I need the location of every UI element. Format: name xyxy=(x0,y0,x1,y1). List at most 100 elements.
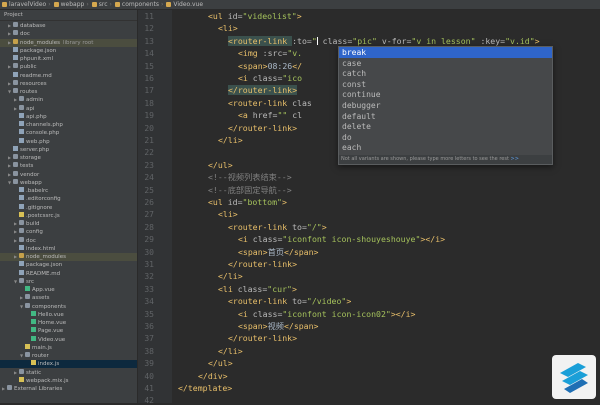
tree-item[interactable]: App.vue xyxy=(0,286,137,294)
tree-item[interactable]: index.js xyxy=(0,360,137,369)
tree-item[interactable]: Page.vue xyxy=(0,327,137,335)
code-line[interactable]: </li> xyxy=(218,272,243,281)
code-token: > xyxy=(291,283,297,294)
breadcrumb-item[interactable]: Video.vue xyxy=(164,0,204,9)
breadcrumb-item[interactable]: webapp › xyxy=(52,0,90,9)
tree-item[interactable]: ▶ resources xyxy=(0,79,137,88)
code-line[interactable]: <ul id="bottom"> xyxy=(208,198,287,207)
code-line[interactable]: <!--底部固定导航--> xyxy=(208,185,292,195)
code-line[interactable]: </ul> xyxy=(208,160,233,170)
autocomplete-footer-link[interactable]: >> xyxy=(511,156,519,162)
tree-item[interactable]: ▶ vendor xyxy=(0,170,137,179)
tree-item[interactable]: .gitignore xyxy=(0,203,137,212)
tree-item[interactable]: package.json xyxy=(0,46,137,55)
line-number: 22 xyxy=(144,148,154,158)
tree-item[interactable]: package.json xyxy=(0,261,137,269)
code-token: class= xyxy=(252,308,283,319)
tree-item[interactable]: web.php xyxy=(0,137,137,146)
tree-item[interactable]: ▶ assets xyxy=(0,294,137,302)
tree-item[interactable]: Video.vue xyxy=(0,335,137,344)
tree-item[interactable]: ▶ api xyxy=(0,104,137,113)
autocomplete-item[interactable]: catch xyxy=(339,68,552,79)
tree-item[interactable]: main.js xyxy=(0,343,137,352)
code-token: class= xyxy=(252,73,283,83)
code-line[interactable]: <li> xyxy=(218,210,238,219)
tree-item[interactable]: ▶ public xyxy=(0,63,137,71)
tree-item[interactable]: console.php xyxy=(0,129,137,137)
tree-item[interactable]: ▶ tests xyxy=(0,162,137,170)
code-line[interactable]: </div> xyxy=(198,371,228,381)
tree-item[interactable]: ▶ External Libraries xyxy=(0,385,137,393)
code-line[interactable]: </li> xyxy=(218,136,243,145)
tree-item[interactable]: ▶ build xyxy=(0,220,137,228)
tree-item[interactable]: ▶ node_modules xyxy=(0,253,137,261)
code-line[interactable]: <!--视频列表结束--> xyxy=(208,173,292,182)
autocomplete-item[interactable]: continue xyxy=(339,89,552,100)
code-line[interactable]: <img :src="v. xyxy=(238,49,302,58)
tree-item[interactable]: ▶ config xyxy=(0,228,137,236)
autocomplete-item[interactable]: each xyxy=(339,142,552,153)
tree-item[interactable]: index.html xyxy=(0,244,137,253)
code-line[interactable]: </router-link> xyxy=(228,123,297,133)
tree-item[interactable]: ▼ webapp xyxy=(0,178,137,187)
code-line[interactable]: <ul id="videolist"> xyxy=(208,12,302,21)
breadcrumb-item[interactable]: components › xyxy=(113,0,164,9)
code-line[interactable]: </router-link> xyxy=(228,85,298,96)
autocomplete-item[interactable]: debugger xyxy=(339,100,552,111)
tree-item[interactable]: Hello.vue xyxy=(0,310,137,319)
tree-item[interactable]: README.md xyxy=(0,269,137,278)
tree-item[interactable]: ▶ static xyxy=(0,368,137,377)
autocomplete-item[interactable]: default xyxy=(339,111,552,122)
tree-item[interactable]: ▼ routes xyxy=(0,88,137,96)
code-line[interactable]: <span>视频</span> xyxy=(238,322,318,331)
code-line[interactable]: <router-link to="/"> xyxy=(228,222,327,232)
breadcrumb-item[interactable]: src › xyxy=(90,0,113,9)
tree-item[interactable]: ▼ components xyxy=(0,302,137,311)
tree-item[interactable]: channels.php xyxy=(0,121,137,129)
autocomplete-item[interactable]: case xyxy=(339,58,552,69)
code-line[interactable]: <span>08:26</ xyxy=(238,61,302,71)
code-line[interactable]: <i class="iconfont icon-icon02"></i> xyxy=(238,308,415,319)
code-line[interactable]: <a href="" cl xyxy=(238,111,302,120)
tree-item-label: web.php xyxy=(26,138,50,145)
autocomplete-item[interactable]: break xyxy=(339,47,552,58)
tree-item-label: console.php xyxy=(26,130,60,137)
tree-item[interactable]: phpunit.xml xyxy=(0,55,137,63)
folder-icon xyxy=(19,368,24,374)
tree-item[interactable]: .editorconfig xyxy=(0,195,137,203)
code-line[interactable]: <span>首页</span> xyxy=(238,247,318,257)
code-line[interactable]: <i class="iconfont icon-shouyeshouye"></… xyxy=(238,235,445,244)
folder-icon xyxy=(7,385,12,390)
tree-item[interactable]: Home.vue xyxy=(0,319,137,327)
tree-item[interactable]: readme.md xyxy=(0,71,137,80)
code-line[interactable]: </ul> xyxy=(208,359,233,368)
tree-item[interactable]: ▶ node_modules library root xyxy=(0,38,137,47)
code-line[interactable]: </li> xyxy=(218,346,243,356)
tree-item[interactable]: ▶ doc xyxy=(0,30,137,38)
tree-item[interactable]: ▶ database xyxy=(0,22,137,30)
autocomplete-item[interactable]: do xyxy=(339,132,552,143)
tree-item[interactable]: server.php xyxy=(0,145,137,154)
code-line[interactable]: <li> xyxy=(218,24,238,33)
autocomplete-item[interactable]: delete xyxy=(339,121,552,132)
code-line[interactable]: </router-link> xyxy=(228,334,297,343)
code-line[interactable]: <router-link clas xyxy=(228,98,312,108)
tree-item[interactable]: .postcssrc.js xyxy=(0,211,137,220)
code-line[interactable]: <router-link :to=" class="pic" v-for="v … xyxy=(228,35,540,46)
tree-item[interactable]: ▶ storage xyxy=(0,154,137,162)
code-line[interactable]: </template> xyxy=(178,384,232,393)
tree-item[interactable]: webpack.mix.js xyxy=(0,376,137,385)
breadcrumb-item[interactable]: laravelVideo › xyxy=(0,0,52,9)
code-line[interactable]: <li class="cur"> xyxy=(218,283,297,294)
tree-item[interactable]: ▼ src xyxy=(0,277,137,286)
tree-item[interactable]: api.php xyxy=(0,112,137,121)
autocomplete-item[interactable]: const xyxy=(339,79,552,90)
code-line[interactable]: </router-link> xyxy=(228,260,297,269)
project-panel-header[interactable]: Project xyxy=(0,10,137,21)
tree-item[interactable]: .babelrc xyxy=(0,187,137,195)
tree-item[interactable]: ▶ admin xyxy=(0,96,137,104)
code-line[interactable]: <i class="ico xyxy=(238,74,302,83)
tree-item[interactable]: ▶ doc xyxy=(0,236,137,245)
tree-item[interactable]: ▼ router xyxy=(0,352,137,360)
code-line[interactable]: <router-link to="/video"> xyxy=(228,297,351,306)
